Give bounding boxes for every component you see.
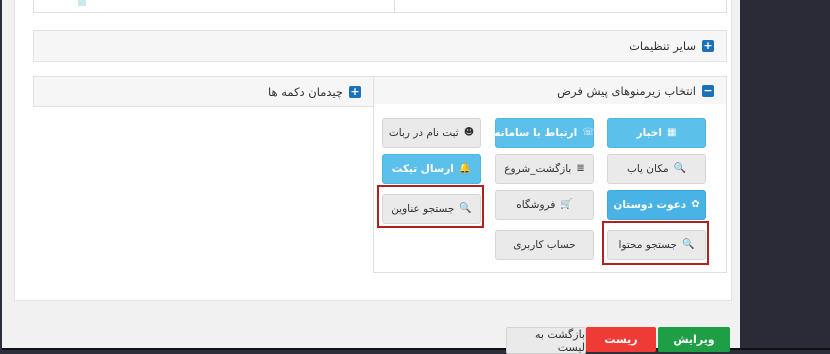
table-icon: ▦ — [667, 127, 677, 138]
user-secret-icon: ☻ — [463, 127, 475, 138]
previous-section-bottom — [33, 0, 727, 13]
settings-card: + سایر تنظیمات + چیدمان دکمه ها − انتخاب… — [14, 0, 732, 301]
edit-button-label: ویرایش — [673, 333, 715, 346]
submenu-button-label: اخبار — [636, 127, 662, 139]
list-icon: ≣ — [576, 163, 585, 174]
submenu-button-send-ticket[interactable]: 🔔 ارسال تیکت — [382, 154, 481, 184]
plus-square-icon[interactable]: + — [349, 86, 361, 98]
highlight-box-search-content — [602, 221, 709, 265]
submenu-button-locator[interactable]: 🔍 مکان یاب — [607, 154, 706, 184]
other-settings-title: سایر تنظیمات — [629, 39, 696, 53]
submenu-button-label: بازگشت_شروع — [504, 163, 572, 175]
gift-icon: ✿ — [691, 199, 700, 210]
default-submenus-title: انتخاب زیرمنوهای پیش فرض — [557, 84, 696, 98]
submenu-button-shop[interactable]: 🛒 فروشگاه — [495, 190, 594, 220]
submenu-button-label: ارتباط با سامانه — [494, 127, 578, 139]
submenu-button-label: ثبت نام در ربات — [388, 127, 459, 139]
edit-button[interactable]: ویرایش — [658, 327, 730, 352]
submenu-button-register[interactable]: ☻ ثبت نام در ربات — [382, 118, 481, 148]
reset-button[interactable]: ریست — [586, 327, 656, 352]
submenu-button-back-start[interactable]: ≣ بازگشت_شروع — [495, 154, 594, 184]
collapsed-indicator — [78, 0, 86, 6]
submenu-button-label: فروشگاه — [516, 199, 556, 211]
plus-square-icon[interactable]: + — [702, 40, 714, 52]
default-submenus-body: ▦ اخبار ☏ ارتباط با سامانه ☻ ثبت نام در … — [373, 104, 727, 273]
submenu-button-label: مکان یاب — [626, 163, 669, 175]
submenu-button-invite-friends[interactable]: ✿ دعوت دوستان — [607, 190, 706, 220]
reset-button-label: ریست — [604, 333, 638, 346]
phone-icon: ☏ — [582, 127, 595, 138]
submenu-button-contact[interactable]: ☏ ارتباط با سامانه — [494, 118, 595, 148]
main-content: + سایر تنظیمات + چیدمان دکمه ها − انتخاب… — [2, 0, 740, 354]
column-separator — [394, 0, 395, 12]
submenu-button-label: حساب کاربری — [513, 239, 576, 251]
button-layout-title: چیدمان دکمه ها — [267, 85, 343, 99]
bell-icon: 🔔 — [458, 163, 472, 174]
search-icon: 🔍 — [673, 163, 687, 174]
submenu-button-news[interactable]: ▦ اخبار — [607, 118, 706, 148]
minus-square-icon[interactable]: − — [702, 85, 714, 97]
highlight-box-search-titles — [377, 185, 484, 228]
submenu-button-label: ارسال تیکت — [391, 163, 454, 175]
button-layout-panel[interactable]: + چیدمان دکمه ها — [33, 76, 374, 107]
cart-icon: 🛒 — [560, 199, 573, 210]
submenu-button-account[interactable]: حساب کاربری — [495, 230, 594, 260]
other-settings-panel[interactable]: + سایر تنظیمات — [33, 30, 727, 62]
default-submenus-panel: − انتخاب زیرمنوهای پیش فرض — [373, 76, 727, 105]
submenu-button-label: دعوت دوستان — [613, 199, 687, 211]
